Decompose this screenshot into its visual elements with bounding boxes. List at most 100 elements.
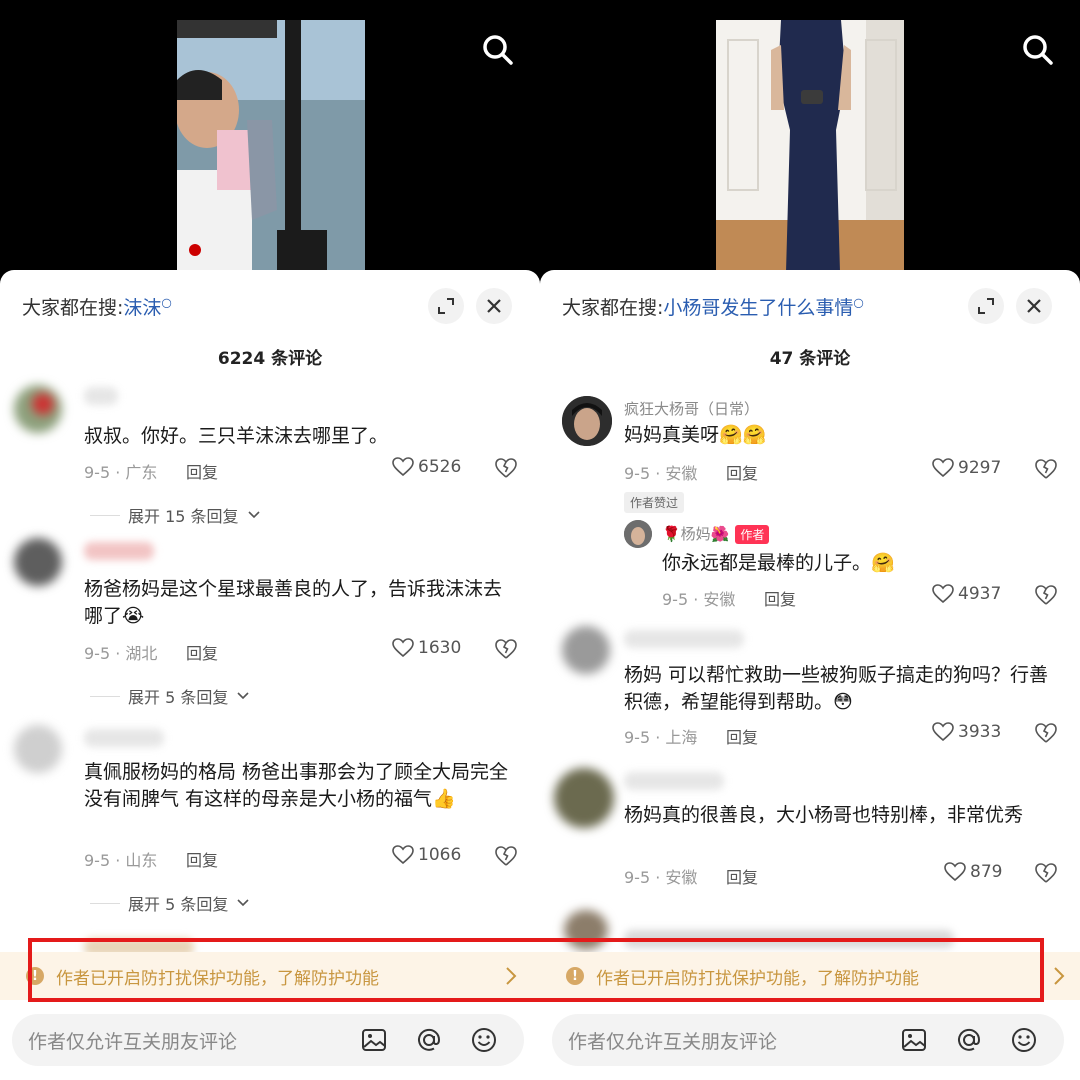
heart-icon: [392, 457, 414, 477]
comment-count: 6224 条评论: [217, 349, 323, 369]
like-button[interactable]: 4937: [932, 584, 1001, 604]
info-icon: !: [566, 967, 584, 985]
search-button[interactable]: [1018, 30, 1058, 70]
left-phone-screen: 大家都在搜: 沫沫○ 6224 条评论 叔叔。你好。三只羊沫沫去哪里了。 9-5…: [0, 0, 540, 1080]
mention-button[interactable]: [414, 1025, 444, 1055]
expand-replies-button[interactable]: 展开 5 条回复: [90, 684, 250, 708]
expand-replies-text: 展开 5 条回复: [128, 895, 229, 914]
image-button[interactable]: [899, 1025, 929, 1055]
chevron-down-icon: [247, 511, 260, 519]
comment-input[interactable]: 作者仅允许互关朋友评论: [552, 1014, 1064, 1066]
protection-notice[interactable]: ! 作者已开启防打扰保护功能，了解防护功能: [0, 952, 540, 1000]
avatar[interactable]: [562, 626, 610, 674]
search-small-icon: ○: [853, 295, 864, 310]
comment-text: 真佩服杨妈的格局 杨爸出事那会为了顾全大局完全没有闹脾气 有这样的母亲是大小杨的…: [84, 761, 509, 810]
close-icon: [487, 299, 501, 313]
search-button[interactable]: [478, 30, 518, 70]
hot-search-label: 大家都在搜:: [562, 296, 664, 319]
image-icon: [902, 1029, 926, 1051]
video-area[interactable]: [540, 0, 1080, 280]
like-button[interactable]: 6526: [392, 457, 461, 477]
protection-notice-text: 作者已开启防打扰保护功能，了解防护功能: [56, 968, 379, 989]
comment-text: 你永远都是最棒的儿子。🤗: [662, 552, 895, 574]
comment-meta: 9-5 · 山东: [84, 851, 158, 870]
comment-text: 杨爸杨妈是这个星球最善良的人了，告诉我沫沫去哪了😭: [84, 578, 503, 627]
comment-count: 47 条评论: [769, 349, 851, 369]
broken-heart-icon: [495, 846, 517, 866]
reply-button[interactable]: 回复: [726, 864, 758, 888]
like-button[interactable]: 1066: [392, 845, 461, 865]
chevron-right-icon: [506, 967, 517, 985]
search-small-icon: ○: [161, 295, 172, 310]
username-blurred: [624, 772, 724, 790]
username-blurred: [84, 729, 164, 747]
dislike-button[interactable]: [1034, 584, 1058, 608]
broken-heart-icon: [1035, 459, 1057, 479]
protection-notice-text: 作者已开启防打扰保护功能，了解防护功能: [596, 968, 919, 989]
dislike-button[interactable]: [494, 457, 518, 481]
reply-button[interactable]: 回复: [186, 640, 218, 664]
avatar[interactable]: [554, 768, 614, 828]
heart-icon: [392, 638, 414, 658]
like-button[interactable]: 879: [944, 862, 1002, 882]
like-count: 1066: [418, 845, 462, 865]
expand-button[interactable]: [968, 288, 1004, 324]
like-count: 9297: [958, 458, 1002, 478]
avatar[interactable]: [14, 385, 62, 433]
like-button[interactable]: 9297: [932, 458, 1001, 478]
video-area[interactable]: [0, 0, 540, 280]
heart-icon: [932, 584, 954, 604]
broken-heart-icon: [1035, 585, 1057, 605]
hot-search-term-text: 沫沫: [123, 296, 162, 319]
expand-replies-button[interactable]: 展开 5 条回复: [90, 891, 250, 915]
image-button[interactable]: [359, 1025, 389, 1055]
comment-text: 杨妈 可以帮忙救助一些被狗贩子搞走的狗吗？行善积德，希望能得到帮助。😳: [624, 664, 1049, 713]
hot-search-term[interactable]: 沫沫○: [123, 293, 172, 320]
divider-line: [90, 902, 120, 904]
search-icon: [483, 35, 513, 65]
dislike-button[interactable]: [494, 845, 518, 869]
protection-notice[interactable]: ! 作者已开启防打扰保护功能，了解防护功能: [540, 952, 1080, 1000]
username[interactable]: 疯狂大杨哥（日常）: [624, 398, 759, 419]
mention-button[interactable]: [954, 1025, 984, 1055]
comment-meta: 9-5 · 广东: [84, 463, 158, 482]
dislike-button[interactable]: [1034, 862, 1058, 886]
close-button[interactable]: [476, 288, 512, 324]
expand-button[interactable]: [428, 288, 464, 324]
heart-icon: [932, 458, 954, 478]
emoji-button[interactable]: [469, 1025, 499, 1055]
smiley-icon: [1012, 1028, 1036, 1052]
dislike-button[interactable]: [494, 638, 518, 662]
like-count: 1630: [418, 638, 462, 658]
dislike-button[interactable]: [1034, 722, 1058, 746]
avatar[interactable]: [562, 396, 612, 446]
avatar[interactable]: [624, 520, 652, 548]
emoji-button[interactable]: [1009, 1025, 1039, 1055]
expand-replies-button[interactable]: 展开 15 条回复: [90, 503, 261, 527]
username-blurred: [624, 630, 744, 648]
reply-button[interactable]: 回复: [186, 847, 218, 871]
like-count: 3933: [958, 722, 1002, 742]
hot-search-bar: 大家都在搜: 沫沫○: [22, 288, 526, 324]
broken-heart-icon: [495, 458, 517, 478]
heart-icon: [944, 862, 966, 882]
dislike-button[interactable]: [1034, 458, 1058, 482]
reply-button[interactable]: 回复: [726, 724, 758, 748]
broken-heart-icon: [1035, 723, 1057, 743]
like-button[interactable]: 3933: [932, 722, 1001, 742]
like-button[interactable]: 1630: [392, 638, 461, 658]
username[interactable]: 🌹杨妈🌺: [662, 525, 729, 543]
reply-button[interactable]: 回复: [764, 586, 796, 610]
chevron-right-icon: [1054, 967, 1065, 985]
avatar[interactable]: [14, 725, 62, 773]
avatar[interactable]: [14, 538, 62, 586]
comment-input[interactable]: 作者仅允许互关朋友评论: [12, 1014, 524, 1066]
hot-search-bar: 大家都在搜: 小杨哥发生了什么事情○: [562, 288, 1066, 324]
reply-button[interactable]: 回复: [726, 460, 758, 484]
hot-search-term[interactable]: 小杨哥发生了什么事情○: [663, 293, 864, 320]
divider-line: [90, 695, 120, 697]
reply-button[interactable]: 回复: [186, 459, 218, 483]
close-button[interactable]: [1016, 288, 1052, 324]
username-row: 🌹杨妈🌺 作者: [662, 523, 770, 544]
comment-text: 妈妈真美呀🤗🤗: [624, 424, 767, 446]
